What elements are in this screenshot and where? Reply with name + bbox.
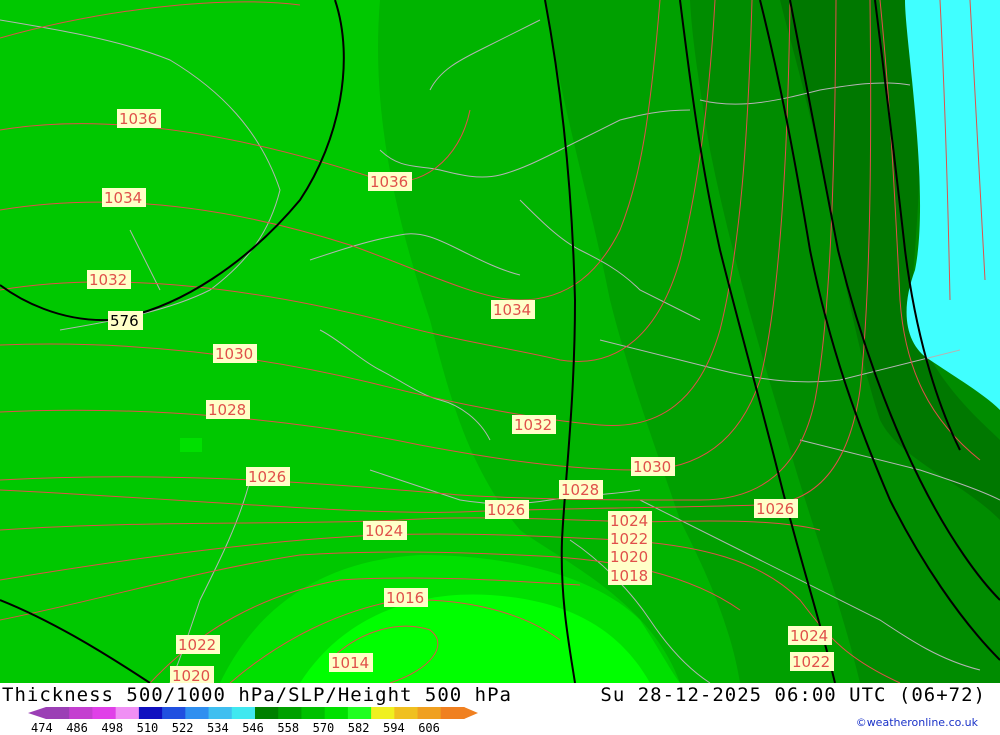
svg-text:1030: 1030	[215, 345, 253, 363]
svg-text:1026: 1026	[248, 468, 286, 486]
svg-text:1022: 1022	[792, 653, 830, 671]
svg-text:576: 576	[110, 312, 139, 330]
svg-text:1016: 1016	[386, 589, 424, 607]
svg-text:1026: 1026	[487, 501, 525, 519]
slp-label: 1014	[329, 653, 373, 672]
slp-label: 1028	[206, 400, 250, 419]
slp-label: 1022	[790, 652, 834, 671]
slp-label: 1036	[117, 109, 161, 128]
colorbar	[28, 707, 478, 719]
svg-text:1022: 1022	[610, 530, 648, 548]
colorbar-segment	[417, 707, 442, 719]
colorbar-segment	[440, 707, 465, 719]
colorbar-segment	[255, 707, 279, 719]
colorbar-segment	[162, 707, 186, 719]
slp-label: 1020	[170, 666, 214, 683]
colorbar-left-arrow	[28, 707, 46, 719]
slp-label: 1016	[384, 588, 428, 607]
slp-label: 1026	[485, 500, 529, 519]
colorbar-segment	[115, 707, 140, 719]
height-label: 576	[108, 311, 143, 330]
colorbar-segment	[231, 707, 256, 719]
colorbar-segment	[92, 707, 117, 719]
svg-text:1034: 1034	[104, 189, 142, 207]
slp-label: 1024	[363, 521, 407, 540]
slp-label: 1026	[246, 467, 290, 486]
svg-text:1034: 1034	[493, 301, 531, 319]
weather-map: 1036 1036 1034 1034 1032 1032 1030 1030 …	[0, 0, 1000, 683]
svg-text:1032: 1032	[514, 416, 552, 434]
slp-label: 1024	[788, 626, 832, 645]
svg-text:1014: 1014	[331, 654, 369, 672]
svg-text:1018: 1018	[610, 567, 648, 585]
svg-text:1028: 1028	[561, 481, 599, 499]
slp-label: 1024	[608, 511, 652, 530]
slp-label: 1022	[608, 529, 652, 548]
slp-label: 1030	[631, 457, 675, 476]
svg-text:1020: 1020	[172, 667, 210, 683]
colorbar-segment	[138, 707, 163, 719]
slp-label: 1020	[608, 547, 652, 566]
colorbar-segment	[324, 707, 349, 719]
map-footer: Thickness 500/1000 hPa/SLP/Height 500 hP…	[0, 683, 1000, 735]
svg-text:1024: 1024	[790, 627, 828, 645]
slp-label: 1034	[491, 300, 535, 319]
slp-label: 1030	[213, 344, 257, 363]
colorbar-right-arrow	[464, 707, 478, 719]
colorbar-segment	[69, 707, 93, 719]
colorbar-segment	[301, 707, 326, 719]
slp-label: 1018	[608, 566, 652, 585]
svg-text:1032: 1032	[89, 271, 127, 289]
slp-label: 1032	[87, 270, 131, 289]
colorbar-segment	[185, 707, 210, 719]
svg-text:1024: 1024	[365, 522, 403, 540]
colorbar-segment	[347, 707, 372, 719]
svg-text:1028: 1028	[208, 401, 246, 419]
slp-label: 1034	[102, 188, 146, 207]
colorbar-segment	[208, 707, 233, 719]
map-datetime: Su 28-12-2025 06:00 UTC (06+72)	[600, 684, 986, 706]
slp-label: 1022	[176, 635, 220, 654]
colorbar-segment	[394, 707, 419, 719]
colorbar-segment	[278, 707, 302, 719]
svg-text:1024: 1024	[610, 512, 648, 530]
svg-text:1036: 1036	[119, 110, 157, 128]
svg-text:1036: 1036	[370, 173, 408, 191]
svg-text:1026: 1026	[756, 500, 794, 518]
colorbar-segment	[46, 707, 70, 719]
small-patch	[180, 438, 202, 452]
svg-text:1022: 1022	[178, 636, 216, 654]
slp-label: 1028	[559, 480, 603, 499]
svg-text:1020: 1020	[610, 548, 648, 566]
svg-text:1030: 1030	[633, 458, 671, 476]
colorbar-segment	[371, 707, 395, 719]
credit-link[interactable]: ©weatheronline.co.uk	[856, 716, 978, 729]
map-title: Thickness 500/1000 hPa/SLP/Height 500 hP…	[2, 684, 512, 706]
slp-label: 1026	[754, 499, 798, 518]
slp-label: 1036	[368, 172, 412, 191]
slp-label: 1032	[512, 415, 556, 434]
